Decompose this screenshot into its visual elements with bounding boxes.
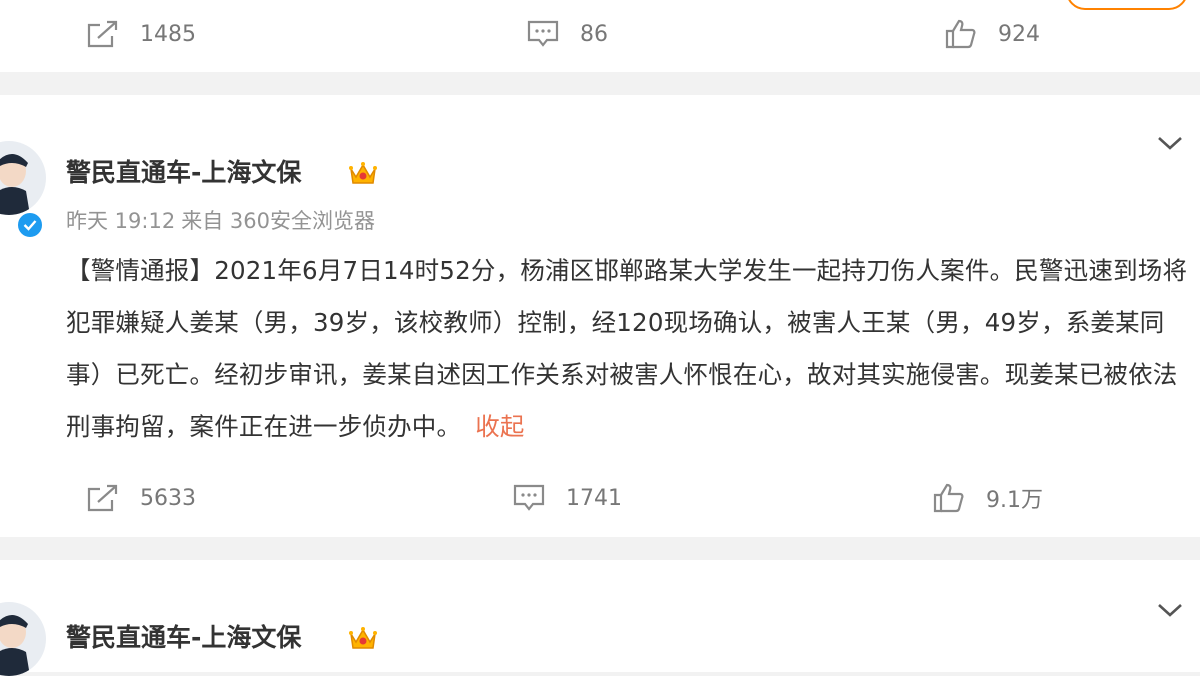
comment-icon [526,19,560,49]
like-count: 9.1万 [986,488,1043,513]
post-text: 【警情通报】2021年6月7日14时52分，杨浦区邯郸路某大学发生一起持刀伤人案… [66,245,1192,453]
like-icon [944,18,978,50]
chevron-down-icon[interactable] [1156,600,1184,620]
post-card-previous: 1485 86 924 [0,0,1200,72]
like-button[interactable]: 924 [944,14,1040,54]
collapse-link[interactable]: 收起 [475,412,524,441]
author-name[interactable]: 警民直通车-上海文保 [66,158,301,188]
repost-icon [86,19,120,49]
comment-button[interactable]: 1741 [512,478,622,518]
post-actions: 5633 1741 9.1万 [0,478,1200,518]
crown-icon [348,624,378,652]
like-count: 924 [998,21,1040,47]
repost-button[interactable]: 5633 [86,478,196,518]
avatar[interactable] [0,141,46,215]
verified-icon [16,211,44,239]
post-actions: 1485 86 924 [0,14,1200,54]
post-time[interactable]: 昨天 19:12 [66,209,175,233]
like-icon [932,482,966,514]
repost-button[interactable]: 1485 [86,14,196,54]
chevron-down-icon[interactable] [1156,133,1184,153]
repost-count: 5633 [140,485,196,511]
post-meta: 昨天 19:12 来自 360安全浏览器 [66,205,375,235]
post-card: 警民直通车-上海文保 昨天 19:12 来自 360安全浏览器 【警情通报】202… [0,95,1200,537]
comment-button[interactable]: 86 [526,14,608,54]
post-card-next: 警民直通车-上海文保 [0,560,1200,676]
post-source: 来自 360安全浏览器 [181,209,375,233]
repost-count: 1485 [140,21,196,47]
comment-icon [512,483,546,513]
post-content: 【警情通报】2021年6月7日14时52分，杨浦区邯郸路某大学发生一起持刀伤人案… [66,256,1188,441]
follow-button[interactable] [1066,0,1188,10]
avatar[interactable] [0,602,46,676]
repost-icon [86,483,120,513]
author-name[interactable]: 警民直通车-上海文保 [66,623,301,653]
comment-count: 1741 [566,485,622,511]
crown-icon [348,159,378,187]
comment-count: 86 [580,21,608,47]
like-button[interactable]: 9.1万 [932,478,1043,518]
